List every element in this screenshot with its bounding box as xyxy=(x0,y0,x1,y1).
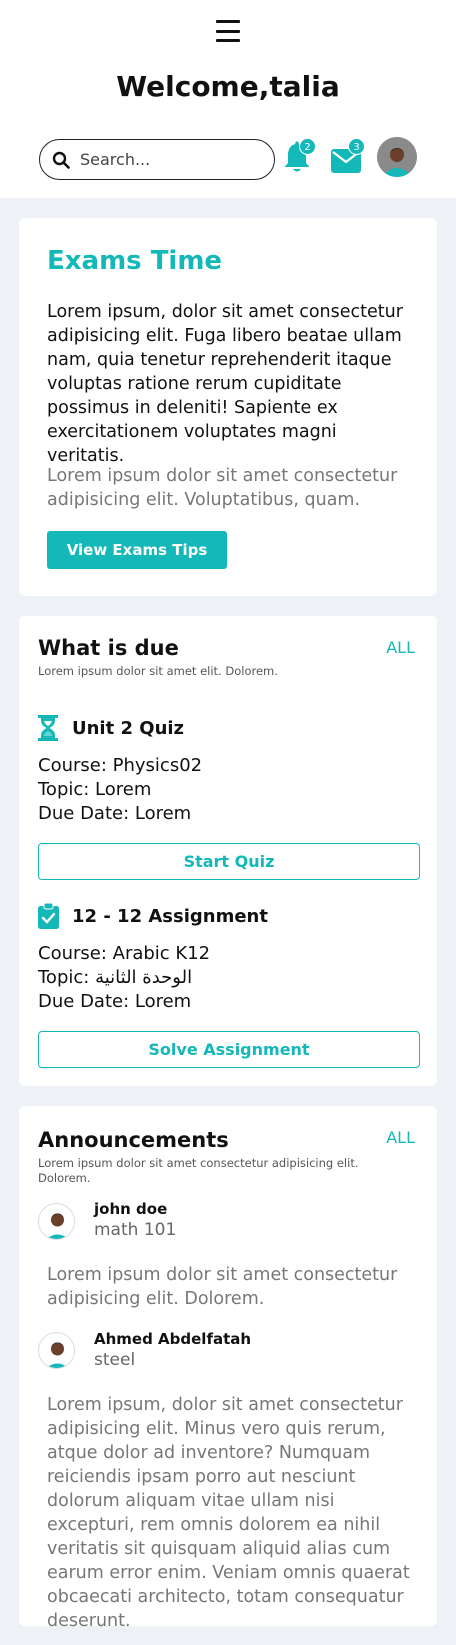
announcement-avatar[interactable] xyxy=(38,1332,75,1369)
start-quiz-button[interactable]: Start Quiz xyxy=(38,843,420,880)
announcements-all-link[interactable]: ALL xyxy=(386,1128,415,1147)
section-subtitle-line: Lorem ipsum dolor sit amet consectetur a… xyxy=(38,1156,359,1170)
user-avatar[interactable] xyxy=(377,137,417,177)
search-icon xyxy=(52,151,70,169)
section-subtitle: Lorem ipsum dolor sit amet consectetur a… xyxy=(38,1156,359,1186)
clipboard-check-icon xyxy=(38,903,59,929)
what-is-due-card: What is due Lorem ipsum dolor sit amet e… xyxy=(19,616,437,1086)
due-item-title: Unit 2 Quiz xyxy=(72,718,185,739)
announcement-course: steel xyxy=(94,1350,136,1370)
section-title: Announcements xyxy=(38,1128,229,1152)
messages-button[interactable]: 3 xyxy=(331,138,367,175)
solve-assignment-button[interactable]: Solve Assignment xyxy=(38,1031,420,1068)
due-item-topic: Topic: Lorem xyxy=(38,779,152,800)
due-item-title: 12 - 12 Assignment xyxy=(72,906,268,927)
due-item-course: Course: Arabic K12 xyxy=(38,943,211,964)
due-item-topic: Topic: الوحدة الثانية xyxy=(38,967,193,988)
due-item-course: Course: Physics02 xyxy=(38,755,203,776)
user-avatar-icon xyxy=(46,1342,69,1368)
notifications-button[interactable]: 2 xyxy=(283,138,317,175)
section-subtitle: Lorem ipsum dolor sit amet elit. Dolorem… xyxy=(38,664,278,678)
exams-title: Exams Time xyxy=(47,246,223,276)
search-box[interactable] xyxy=(39,139,275,180)
announcement-course: math 101 xyxy=(94,1220,177,1240)
message-count-badge: 3 xyxy=(348,138,365,155)
hamburger-menu-icon[interactable] xyxy=(216,20,240,42)
section-title: What is due xyxy=(38,636,179,660)
due-item-due-date: Due Date: Lorem xyxy=(38,803,192,824)
user-avatar-icon xyxy=(377,137,417,177)
announcement-author: john doe xyxy=(94,1200,168,1218)
announcement-avatar[interactable] xyxy=(38,1203,75,1240)
due-item-due-date: Due Date: Lorem xyxy=(38,991,192,1012)
exams-subtext: Lorem ipsum dolor sit amet consectetur a… xyxy=(47,466,398,510)
view-exams-tips-button[interactable]: View Exams Tips xyxy=(47,531,227,569)
announcement-author: Ahmed Abdelfatah xyxy=(94,1330,252,1348)
exams-body-text: Lorem ipsum, dolor sit amet consectetur … xyxy=(47,302,403,466)
section-subtitle-line: Dolorem. xyxy=(38,1171,91,1185)
notification-count-badge: 2 xyxy=(299,138,316,155)
welcome-heading: Welcome,talia xyxy=(116,70,340,103)
announcement-text: Lorem ipsum, dolor sit amet consectetur … xyxy=(47,1395,410,1631)
exams-card: Exams Time Lorem ipsum, dolor sit amet c… xyxy=(19,218,437,596)
top-bar: Welcome,talia 2 3 xyxy=(0,0,456,198)
announcements-card: Announcements Lorem ipsum dolor sit amet… xyxy=(19,1106,437,1631)
announcement-text: Lorem ipsum dolor sit amet consectetur a… xyxy=(47,1265,398,1309)
due-all-link[interactable]: ALL xyxy=(386,638,415,657)
user-avatar-icon xyxy=(46,1213,69,1239)
hourglass-icon xyxy=(38,715,58,741)
search-input[interactable] xyxy=(80,150,250,169)
